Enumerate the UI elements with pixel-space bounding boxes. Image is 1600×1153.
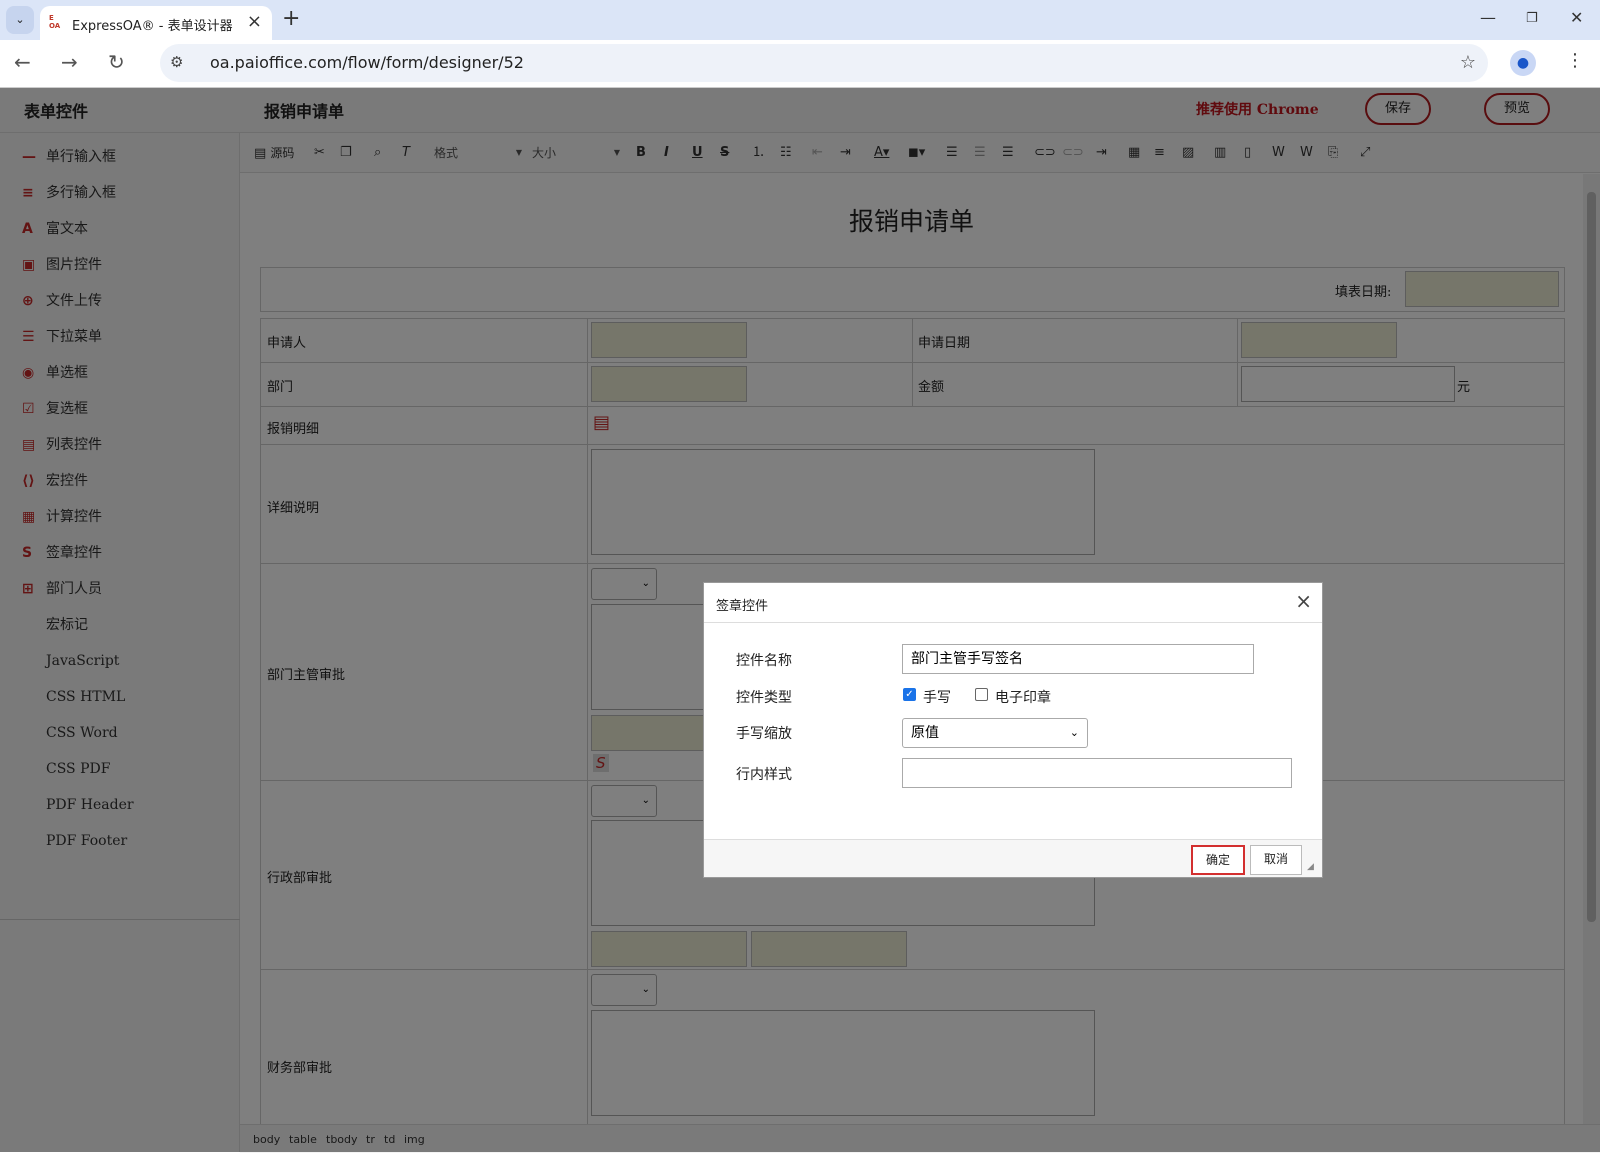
dialog-title: 签章控件 — [716, 599, 769, 614]
restore-button[interactable]: ❐ — [1526, 11, 1538, 26]
control-name-label: 控件名称 — [736, 653, 792, 669]
chevron-down-icon: ⌄ — [1069, 726, 1079, 739]
dialog-footer: 确定 取消 ◢ — [704, 839, 1322, 877]
browser-tab-bar: ⌄ E OA ExpressOA® - 表单设计器 × + — ❐ ✕ — [0, 0, 1600, 40]
site-info-icon[interactable]: ⚙ — [170, 53, 183, 71]
minimize-button[interactable]: — — [1480, 8, 1496, 27]
control-type-label: 控件类型 — [736, 690, 792, 706]
handwrite-checkbox[interactable]: ✓ — [903, 688, 916, 701]
resize-handle-icon[interactable]: ◢ — [1307, 862, 1314, 872]
inline-style-label: 行内样式 — [736, 767, 792, 783]
handwrite-scale-value: 原值 — [911, 725, 939, 741]
window-close-button[interactable]: ✕ — [1570, 8, 1583, 27]
handwrite-scale-select[interactable]: 原值 ⌄ — [902, 718, 1088, 748]
tab-title: ExpressOA® - 表单设计器 — [72, 19, 233, 34]
profile-avatar-icon[interactable]: ● — [1510, 50, 1536, 76]
favicon-icon: E OA — [49, 14, 61, 30]
control-name-input[interactable]: 部门主管手写签名 — [902, 644, 1254, 674]
new-tab-button[interactable]: + — [282, 6, 300, 31]
inline-style-input[interactable] — [902, 758, 1292, 788]
dialog-close-icon[interactable]: × — [1295, 589, 1312, 613]
signature-control-dialog: 签章控件 × 控件名称 部门主管手写签名 控件类型 ✓ 手写 电子印章 手写缩放… — [703, 582, 1323, 878]
cancel-button[interactable]: 取消 — [1250, 845, 1302, 875]
bookmark-star-icon[interactable]: ☆ — [1460, 52, 1476, 73]
omnibox[interactable]: ⚙ oa.paioffice.com/flow/form/designer/52… — [160, 44, 1488, 82]
handwrite-scale-label: 手写缩放 — [736, 726, 792, 742]
ok-button[interactable]: 确定 — [1191, 845, 1245, 875]
browser-menu-icon[interactable]: ⋮ — [1566, 50, 1584, 71]
url-text[interactable]: oa.paioffice.com/flow/form/designer/52 — [210, 53, 524, 72]
back-icon[interactable]: ← — [14, 50, 31, 74]
tab-close-icon[interactable]: × — [247, 11, 262, 32]
browser-tab[interactable]: E OA ExpressOA® - 表单设计器 × — [40, 6, 272, 40]
dialog-header: 签章控件 × — [704, 583, 1322, 623]
seal-label: 电子印章 — [995, 690, 1051, 706]
handwrite-label: 手写 — [923, 690, 951, 706]
address-bar-row: ← → ↻ ⚙ oa.paioffice.com/flow/form/desig… — [0, 40, 1600, 88]
tab-search-button[interactable]: ⌄ — [6, 6, 34, 34]
seal-checkbox[interactable] — [975, 688, 988, 701]
reload-icon[interactable]: ↻ — [108, 50, 125, 74]
forward-icon[interactable]: → — [61, 50, 78, 74]
